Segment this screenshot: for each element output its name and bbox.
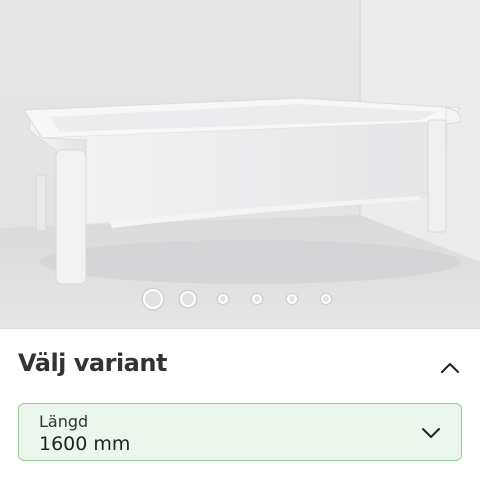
carousel-indicator (0, 286, 480, 312)
variant-section-title: Välj variant (18, 349, 167, 377)
section-divider (0, 328, 480, 329)
chevron-up-icon (441, 363, 459, 373)
length-value: 1600 mm (39, 433, 131, 455)
product-image-gallery[interactable] (0, 0, 480, 328)
carousel-dot[interactable] (252, 294, 262, 304)
carousel-dot[interactable] (218, 294, 228, 304)
length-label: Längd (39, 412, 89, 431)
carousel-dot[interactable] (287, 294, 297, 304)
carousel-dot-active[interactable] (143, 289, 163, 309)
carousel-dot[interactable] (180, 291, 196, 307)
collapse-button[interactable] (436, 354, 464, 382)
chevron-down-icon (419, 421, 443, 445)
length-select[interactable]: Längd 1600 mm (18, 403, 462, 461)
bathtub-product-image (0, 0, 480, 328)
carousel-dot[interactable] (321, 294, 331, 304)
